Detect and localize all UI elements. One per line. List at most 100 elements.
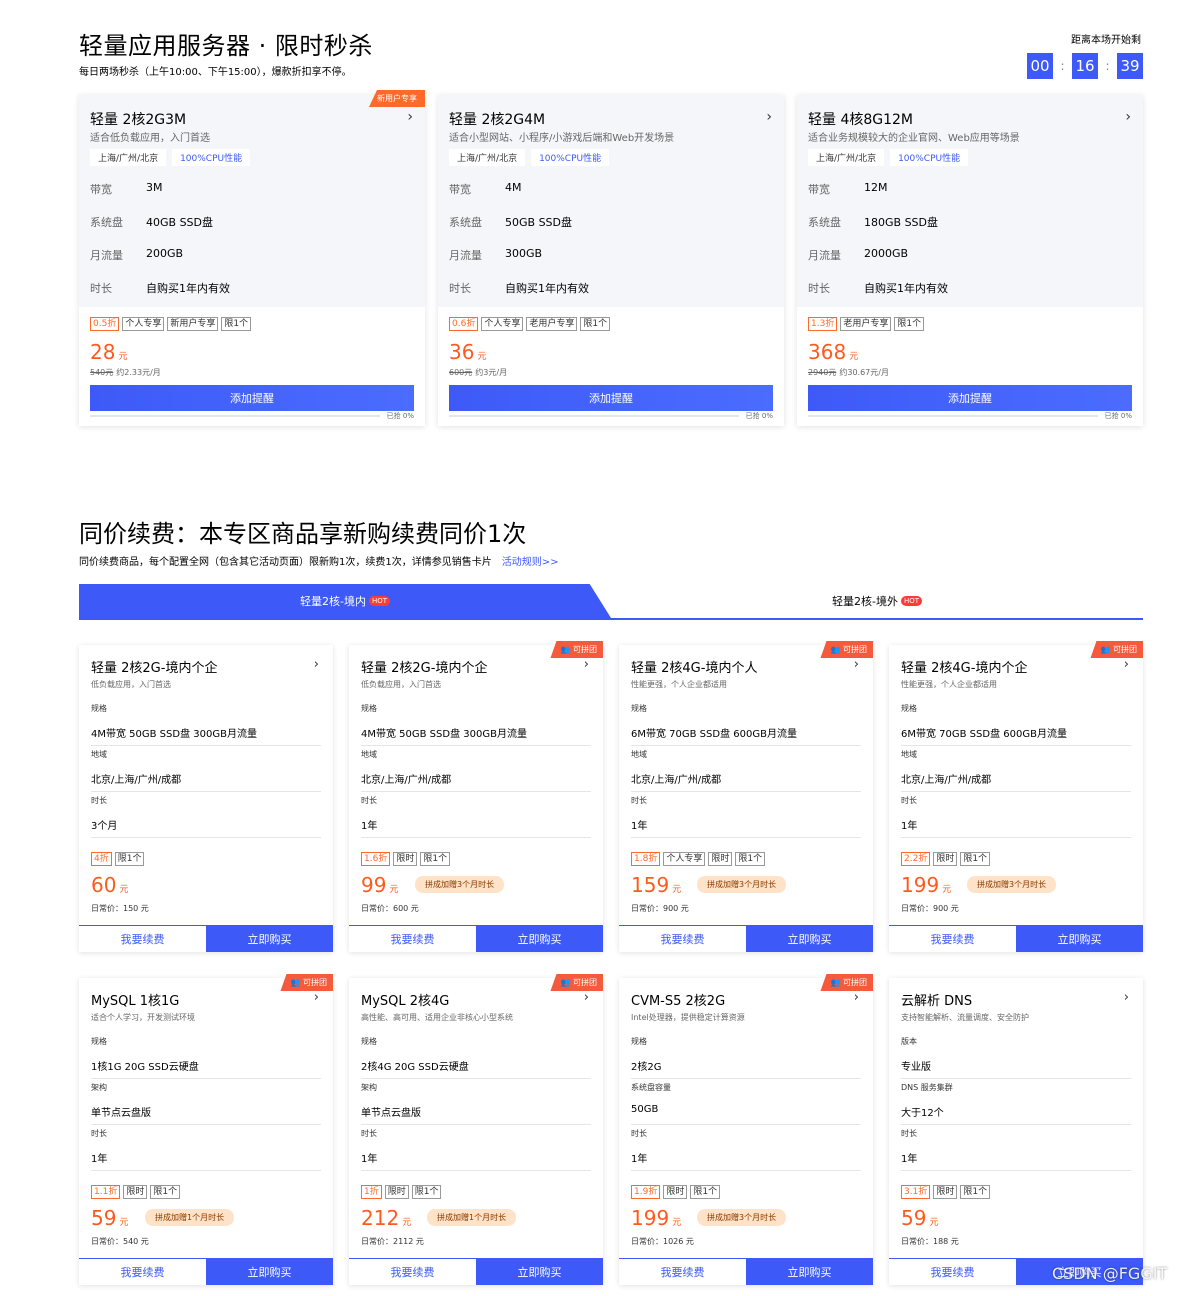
buy-now-button[interactable]: 立即购买 [746,925,873,952]
price: 99 元 [361,873,398,897]
chevron-right-icon[interactable]: › [1124,657,1129,672]
divider [91,1124,321,1125]
price-unit: 元 [477,352,487,362]
renew-product-card[interactable]: 👥 可拼团 轻量 2核4G-境内个人 › 性能更强，个人企业都适用 规格 6M带宽 70G… [619,641,873,952]
renew-product-card[interactable]: 👥 可拼团 轻量 2核4G-境内个企 › 性能更强，个人企业都适用 规格 6M带宽 70G… [889,641,1143,952]
price: 28 元 [90,340,127,364]
spec-label: DNS 服务集群 [901,1083,953,1092]
renew-product-card[interactable]: 轻量 2核2G-境内个企 › 低负载应用，入门首选 规格 4M带宽 50GB SSD盘 … [79,645,333,952]
user-group-icon: 👥 [830,978,843,987]
spec-value: 2000GB [864,247,909,260]
countdown-label: 距离本场开始剩 [1071,35,1141,46]
chevron-right-icon[interactable]: › [1125,109,1131,125]
price: 36 元 [449,340,486,364]
divider [91,1170,321,1171]
add-reminder-button[interactable]: 添加提醒 [449,385,773,411]
spec-value: 自购买1年内有效 [505,282,589,295]
product-desc: 性能更强，个人企业都适用 [631,680,727,689]
spec-label: 时长 [631,796,647,805]
chevron-right-icon[interactable]: › [314,657,319,672]
buy-now-button[interactable]: 立即购买 [1016,925,1143,952]
discount-badge: 0.5折 [90,317,120,331]
spec-row: 带宽 12M [808,181,888,197]
spec-label: 时长 [91,1129,107,1138]
rules-link[interactable]: 活动规则>> [502,557,559,568]
price-unit: 元 [929,1218,939,1228]
badge-row: 0.5折 个人专享 新用户专享 限1个 [90,317,252,331]
divider [901,1078,1131,1079]
renew-button[interactable]: 我要续费 [349,925,476,952]
buy-now-button[interactable]: 立即购买 [476,1258,603,1285]
chevron-right-icon[interactable]: › [1124,990,1129,1005]
buy-now-button[interactable]: 立即购买 [206,925,333,952]
spec-value: 50GB [631,1104,659,1115]
spec-label: 版本 [901,1037,917,1046]
user-group-icon: 👥 [830,645,843,654]
renew-section-title: 同价续费：本专区商品享新购续费同价1次 [79,520,527,548]
limit-badge: 限1个 [960,852,991,866]
chevron-right-icon[interactable]: › [854,990,859,1005]
divider [631,837,861,838]
flash-product-card[interactable]: 轻量 4核8G12M › 适合业务规模较大的企业官网、Web应用等场景 上海/广州/北… [797,95,1143,426]
group-buy-badge: 👥 可拼团 [820,641,873,658]
spec-value: 4M带宽 50GB SSD盘 300GB月流量 [91,729,257,740]
buy-now-button[interactable]: 立即购买 [206,1258,333,1285]
chevron-right-icon[interactable]: › [584,657,589,672]
buy-now-button[interactable]: 立即购买 [746,1258,873,1285]
renew-product-card[interactable]: 👥 可拼团 MySQL 1核1G › 适合个人学习，开发测试环境 规格 1核1G 20G … [79,974,333,1285]
renew-button[interactable]: 我要续费 [349,1258,476,1285]
spec-value: 1核1G 20G SSD云硬盘 [91,1062,199,1073]
chevron-right-icon[interactable]: › [584,990,589,1005]
group-buy-badge: 👥 可拼团 [550,641,603,658]
tab-domestic[interactable]: 轻量2核-境内 HOT [79,584,611,618]
spec-label: 时长 [91,796,107,805]
renew-button[interactable]: 我要续费 [619,1258,746,1285]
renew-product-card[interactable]: 云解析 DNS › 支持智能解析、流量调度、安全防护 版本 专业版 DNS 服务集群 大于1… [889,978,1143,1285]
chevron-right-icon[interactable]: › [766,109,772,125]
spec-label: 规格 [361,704,377,713]
limit-badge: 限时 [663,1185,688,1199]
feature-tags: 上海/广州/北京 100%CPU性能 [449,149,610,166]
limit-badge: 限1个 [411,1185,442,1199]
product-desc: 适合低负载应用，入门首选 [90,133,210,144]
new-user-ribbon: 新用户专享 [369,90,425,107]
spec-value: 专业版 [901,1062,931,1073]
spec-label: 系统盘容量 [631,1083,671,1092]
divider [361,1124,591,1125]
renew-product-card[interactable]: 👥 可拼团 轻量 2核2G-境内个企 › 低负载应用，入门首选 规格 4M带宽 50GB … [349,641,603,952]
buy-now-button[interactable]: 立即购买 [476,925,603,952]
spec-value: 6M带宽 70GB SSD盘 600GB月流量 [631,729,797,740]
renew-button[interactable]: 我要续费 [889,925,1016,952]
chevron-right-icon[interactable]: › [854,657,859,672]
limit-badge: 限1个 [221,317,252,331]
renew-product-card[interactable]: 👥 可拼团 CVM-S5 2核2G › Intel处理器，提供稳定计算资源 规格 2核2G… [619,974,873,1285]
tab-overseas[interactable]: 轻量2核-境外 HOT [611,584,1143,618]
spec-label: 地域 [361,750,377,759]
divider [901,837,1131,838]
spec-label: 带宽 [808,183,830,196]
renew-product-card[interactable]: 👥 可拼团 MySQL 2核4G › 高性能、高可用、适用企业非核心小型系统 规格 2核4… [349,974,603,1285]
chevron-right-icon[interactable]: › [314,990,319,1005]
chevron-right-icon[interactable]: › [407,109,413,125]
spec-label: 架构 [91,1083,107,1092]
spec-label: 时长 [361,796,377,805]
spec-value: 3M [146,181,163,194]
flash-product-card[interactable]: 新用户专享 轻量 2核2G3M › 适合低负载应用，入门首选 上海/广州/北京 100%C… [79,90,425,426]
spec-value: 1年 [631,821,648,832]
add-reminder-button[interactable]: 添加提醒 [90,385,414,411]
limit-badge: 老用户专享 [840,317,892,331]
divider [631,745,861,746]
spec-label: 规格 [901,704,917,713]
renew-button[interactable]: 我要续费 [79,925,206,952]
group-buy-badge: 👥 可拼团 [1090,641,1143,658]
price-value: 199 [631,1206,670,1230]
divider [901,791,1131,792]
spec-row: 时长 自购买1年内有效 [449,280,589,296]
renew-button[interactable]: 我要续费 [889,1258,1016,1285]
hot-badge: HOT [900,596,923,606]
renew-button[interactable]: 我要续费 [619,925,746,952]
add-reminder-button[interactable]: 添加提醒 [808,385,1132,411]
renew-button[interactable]: 我要续费 [79,1258,206,1285]
flash-product-card[interactable]: 轻量 2核2G4M › 适合小型网站、小程序/小游戏后端和Web开发场景 上海/广州/… [438,95,784,426]
countdown-seconds: 39 [1117,53,1143,79]
